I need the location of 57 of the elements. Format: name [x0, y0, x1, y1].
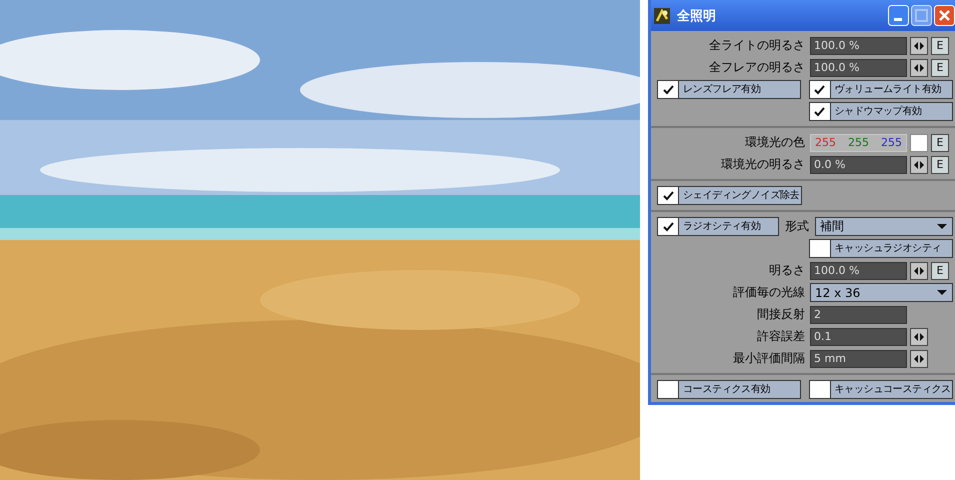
value-field[interactable]: 2 — [810, 306, 907, 324]
field-label: 評価毎の光線 — [732, 284, 806, 301]
arrows-icon — [914, 332, 924, 340]
check-icon — [662, 222, 674, 232]
arrows-icon — [914, 42, 924, 50]
field-label: 全ライトの明るさ — [708, 37, 806, 54]
arrows-icon — [914, 160, 924, 168]
checkbox[interactable] — [810, 381, 830, 398]
checkbox[interactable] — [658, 218, 679, 235]
field-label: 明るさ — [768, 262, 806, 279]
check-icon — [814, 106, 825, 116]
checkbox[interactable] — [658, 81, 679, 98]
arrows-icon — [914, 266, 924, 274]
close-button[interactable] — [934, 5, 955, 26]
value-field[interactable]: 5 mm — [810, 350, 907, 368]
window-title: 全照明 — [677, 8, 717, 24]
checkbox[interactable] — [810, 240, 830, 257]
color-value[interactable]: 255 — [881, 134, 902, 150]
spinner-button[interactable] — [910, 328, 928, 346]
field-label: 環境光の明るさ — [720, 156, 806, 173]
caret-icon — [937, 224, 947, 229]
caret-icon — [937, 290, 947, 295]
field-label: 許容誤差 — [756, 328, 806, 345]
envelope-button[interactable]: E — [931, 134, 949, 152]
field-label: 環境光の色 — [744, 134, 806, 151]
envelope-button[interactable]: E — [931, 36, 949, 54]
spinner-button[interactable] — [910, 36, 928, 54]
arrows-icon — [914, 64, 924, 72]
envelope-button[interactable]: E — [931, 156, 949, 174]
field-label: 最小評価間隔 — [732, 350, 806, 367]
spinner-button[interactable] — [910, 156, 928, 174]
field-label: 形式 — [784, 218, 810, 235]
field-label: 全フレアの明るさ — [708, 59, 806, 76]
minimize-button[interactable] — [888, 5, 909, 26]
dropdown[interactable]: 12 x 36 — [810, 283, 953, 302]
field-label: 間接反射 — [756, 306, 806, 323]
check-icon — [814, 84, 825, 94]
checkbox[interactable] — [810, 103, 830, 120]
spinner-button[interactable] — [910, 58, 928, 76]
value-field[interactable]: 100.0 % — [810, 58, 907, 76]
check-icon — [662, 190, 674, 200]
check-icon — [662, 84, 674, 94]
checkbox[interactable] — [810, 81, 830, 98]
spinner-button[interactable] — [910, 350, 928, 368]
arrows-icon — [914, 354, 924, 362]
checkbox[interactable] — [658, 187, 679, 204]
envelope-button[interactable]: E — [931, 58, 949, 76]
dropdown[interactable]: 補間 — [815, 217, 953, 236]
spinner-button[interactable] — [910, 262, 928, 280]
value-field[interactable]: 0.1 — [810, 328, 907, 346]
app-icon — [653, 6, 671, 24]
value-field[interactable]: 100.0 % — [810, 36, 907, 54]
value-field[interactable]: 100.0 % — [810, 262, 907, 280]
envelope-button[interactable]: E — [931, 262, 949, 280]
color-swatch[interactable] — [910, 134, 928, 152]
checkbox[interactable] — [658, 381, 679, 398]
value-field[interactable]: 0.0 % — [810, 156, 907, 174]
